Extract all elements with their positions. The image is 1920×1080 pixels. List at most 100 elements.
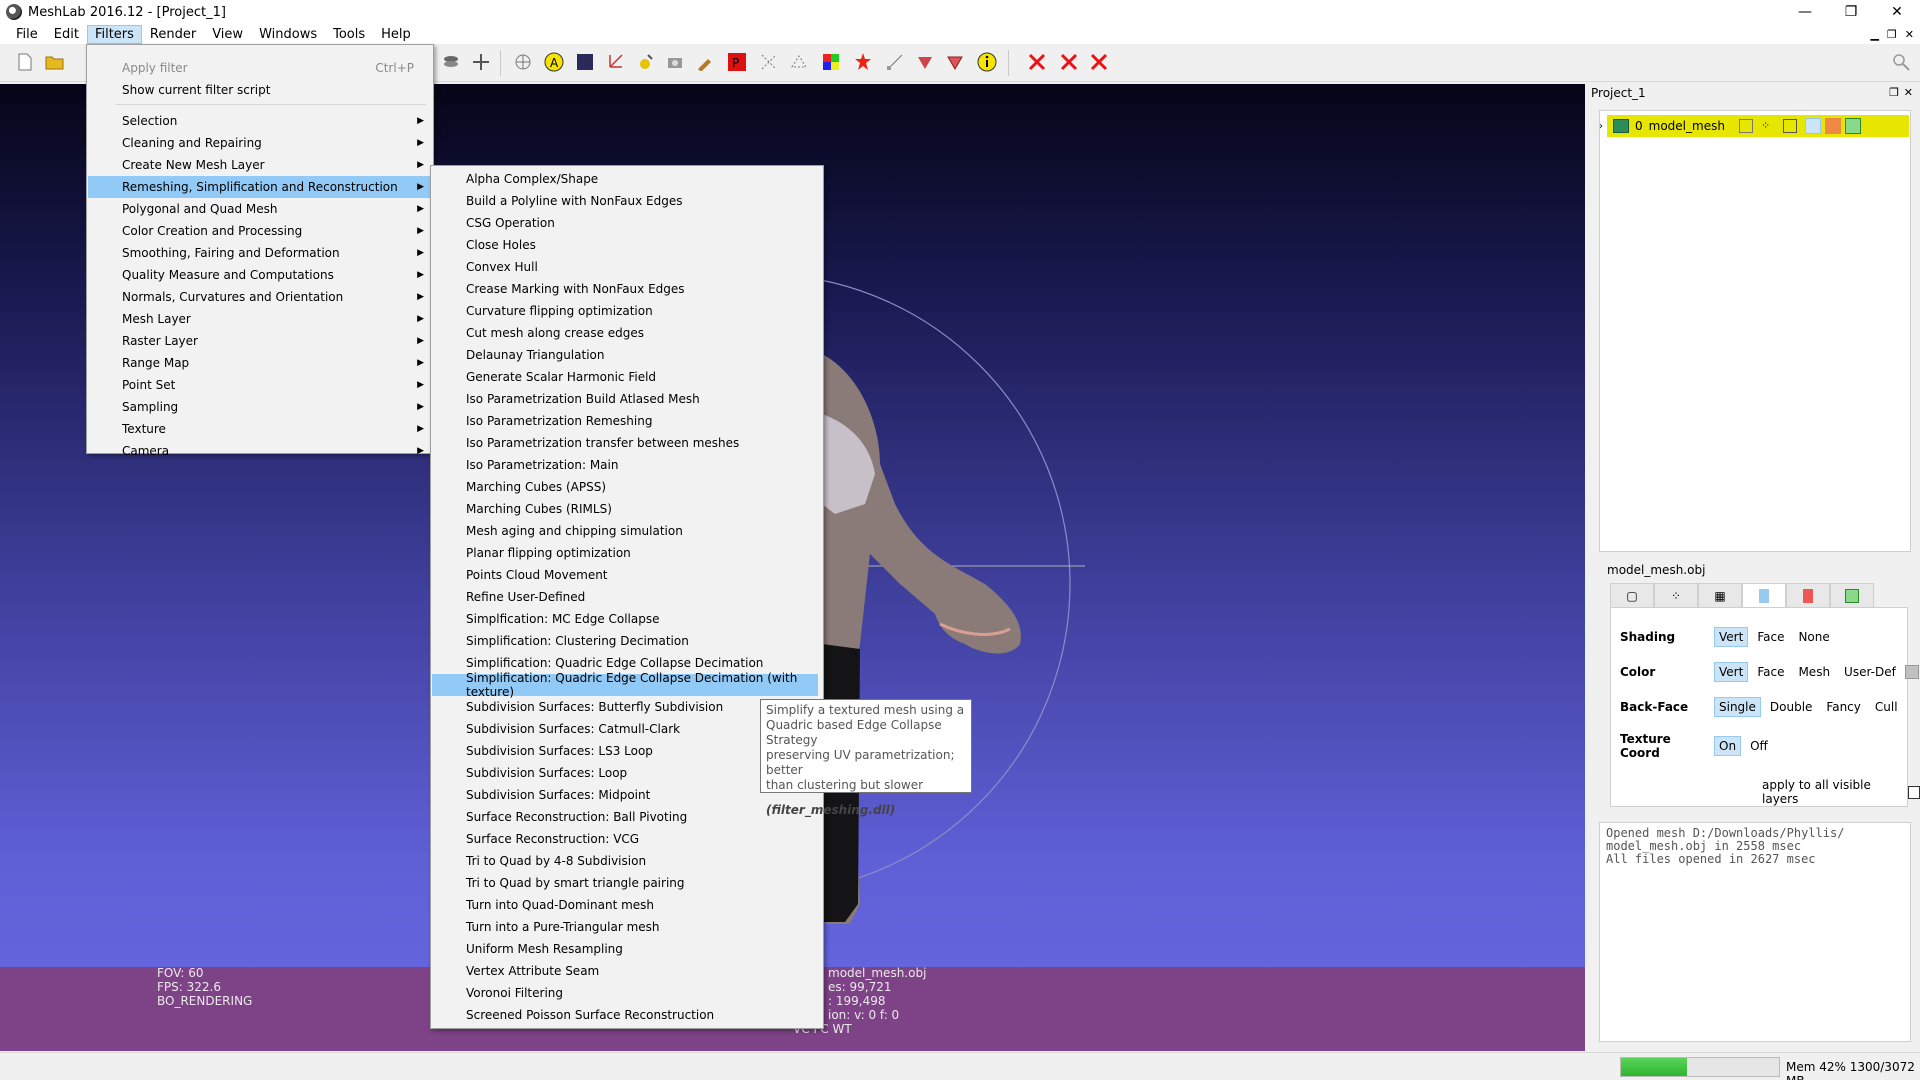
remesh-item-iso-parametrization-remeshing[interactable]: Iso Parametrization Remeshing [432, 410, 818, 432]
expand-arrow-icon[interactable]: › [1599, 121, 1611, 132]
close-panel-icon[interactable]: ✕ [1904, 86, 1913, 99]
mdi-close-icon[interactable]: ✕ [1905, 28, 1914, 41]
color-vert-option[interactable]: Vert [1714, 662, 1749, 682]
remesh-item-tri-to-quad-by-4-8-subdivision[interactable]: Tri to Quad by 4-8 Subdivision [432, 850, 818, 872]
mdi-minimize-icon[interactable]: ▁ [1870, 28, 1878, 41]
remesh-item-marching-cubes-rimls[interactable]: Marching Cubes (RIMLS) [432, 498, 818, 520]
remesh-item-convex-hull[interactable]: Convex Hull [432, 256, 818, 278]
remesh-item-surface-reconstruction-ball-pivoting[interactable]: Surface Reconstruction: Ball Pivoting [432, 806, 818, 828]
axis-icon[interactable] [604, 51, 626, 73]
remesh-item-planar-flipping-optimization[interactable]: Planar flipping optimization [432, 542, 818, 564]
filters-menu-item-remeshing-simplification-and-reconstruction[interactable]: Remeshing, Simplification and Reconstruc… [88, 176, 432, 198]
backface-fancy-option[interactable]: Fancy [1821, 697, 1865, 717]
remesh-item-curvature-flipping-optimization[interactable]: Curvature flipping optimization [432, 300, 818, 322]
filters-menu-item-show-current-filter-script[interactable]: Show current filter script [88, 79, 432, 101]
tab-solid-icon[interactable] [1742, 583, 1786, 607]
apply-all-checkbox[interactable] [1907, 785, 1920, 799]
remesh-item-points-cloud-movement[interactable]: Points Cloud Movement [432, 564, 818, 586]
remesh-item-csg-operation[interactable]: CSG Operation [432, 212, 818, 234]
georef-icon[interactable] [852, 51, 874, 73]
remesh-item-generate-scalar-harmonic-field[interactable]: Generate Scalar Harmonic Field [432, 366, 818, 388]
menu-edit[interactable]: Edit [46, 25, 87, 44]
remesh-item-simplfication-mc-edge-collapse[interactable]: Simplfication: MC Edge Collapse [432, 608, 818, 630]
menu-file[interactable]: File [8, 25, 46, 44]
filters-menu-item-cleaning-and-repairing[interactable]: Cleaning and Repairing ▶ [88, 132, 432, 154]
select-faces-icon[interactable] [788, 51, 810, 73]
search-icon[interactable] [1890, 51, 1912, 73]
new-project-icon[interactable] [14, 51, 36, 73]
eye-visible-icon[interactable] [1613, 119, 1629, 133]
filters-menu-item-raster-layer[interactable]: Raster Layer ▶ [88, 330, 432, 352]
filters-menu-item-texture[interactable]: Texture ▶ [88, 418, 432, 440]
remesh-item-voronoi-filtering[interactable]: Voronoi Filtering [432, 982, 818, 1004]
backface-double-option[interactable]: Double [1765, 697, 1818, 717]
layer-name[interactable]: model_mesh [1649, 119, 1725, 133]
filters-menu-item-mesh-layer[interactable]: Mesh Layer ▶ [88, 308, 432, 330]
texcoord-off-option[interactable]: Off [1745, 736, 1773, 756]
menu-view[interactable]: View [204, 25, 251, 44]
remesh-item-turn-into-quad-dominant-mesh[interactable]: Turn into Quad-Dominant mesh [432, 894, 818, 916]
layers-icon[interactable] [440, 51, 462, 73]
tab-decorator-icon[interactable] [1830, 583, 1874, 607]
remesh-item-vertex-attribute-seam[interactable]: Vertex Attribute Seam [432, 960, 818, 982]
color-picker-icon[interactable] [820, 51, 842, 73]
filters-menu-item-point-set[interactable]: Point Set ▶ [88, 374, 432, 396]
tab-bbox-icon[interactable]: ▢ [1610, 583, 1654, 607]
color-userdef-option[interactable]: User-Def [1839, 662, 1901, 682]
backface-cull-option[interactable]: Cull [1870, 697, 1903, 717]
remesh-item-close-holes[interactable]: Close Holes [432, 234, 818, 256]
filters-menu-item-color-creation-and-processing[interactable]: Color Creation and Processing ▶ [88, 220, 432, 242]
texture-render-icon[interactable] [1824, 118, 1841, 134]
remesh-item-mesh-aging-and-chipping-simulation[interactable]: Mesh aging and chipping simulation [432, 520, 818, 542]
filters-menu-item-create-new-mesh-layer[interactable]: Create New Mesh Layer ▶ [88, 154, 432, 176]
filters-menu-item-camera[interactable]: Camera ▶ [88, 440, 432, 462]
shading-face-option[interactable]: Face [1752, 627, 1789, 647]
remesh-item-iso-parametrization-transfer-between-meshes[interactable]: Iso Parametrization transfer between mes… [432, 432, 818, 454]
user-color-swatch[interactable] [1904, 665, 1919, 679]
paint-select-icon[interactable] [944, 51, 966, 73]
remesh-item-simplification-clustering-decimation[interactable]: Simplification: Clustering Decimation [432, 630, 818, 652]
menu-tools[interactable]: Tools [325, 25, 373, 44]
color-mesh-option[interactable]: Mesh [1793, 662, 1835, 682]
tab-texture-icon[interactable] [1786, 583, 1830, 607]
remesh-item-delaunay-triangulation[interactable]: Delaunay Triangulation [432, 344, 818, 366]
filters-menu-item-range-map[interactable]: Range Map ▶ [88, 352, 432, 374]
remesh-item-marching-cubes-apss[interactable]: Marching Cubes (APSS) [432, 476, 818, 498]
filters-menu-item-normals-curvatures-and-orientation[interactable]: Normals, Curvatures and Orientation ▶ [88, 286, 432, 308]
filters-menu-item-smoothing-fairing-and-deformation[interactable]: Smoothing, Fairing and Deformation ▶ [88, 242, 432, 264]
log-console[interactable]: Opened mesh D:/Downloads/Phyllis/ model_… [1599, 822, 1911, 1042]
remesh-item-surface-reconstruction-vcg[interactable]: Surface Reconstruction: VCG [432, 828, 818, 850]
tab-wire-icon[interactable]: ▦ [1698, 583, 1742, 607]
shading-none-option[interactable]: None [1793, 627, 1834, 647]
menu-render[interactable]: Render [142, 25, 204, 44]
filters-menu-item-sampling[interactable]: Sampling ▶ [88, 396, 432, 418]
remesh-item-alpha-complex-shape[interactable]: Alpha Complex/Shape [432, 168, 818, 190]
sphere-grid-icon[interactable] [512, 51, 534, 73]
color-face-option[interactable]: Face [1752, 662, 1789, 682]
remesh-item-tri-to-quad-by-smart-triangle-pairing[interactable]: Tri to Quad by smart triangle pairing [432, 872, 818, 894]
layer-row[interactable]: › 0 model_mesh ⁘ [1599, 115, 1909, 137]
cut-icon[interactable] [914, 51, 936, 73]
remesh-item-simplification-quadric-edge-collapse-decimation-with-texture[interactable]: Simplification: Quadric Edge Collapse De… [432, 671, 818, 699]
delete-faces-vertices-icon[interactable] [1088, 51, 1110, 73]
menu-filters[interactable]: Filters [86, 24, 142, 44]
tab-points-icon[interactable]: ⁘ [1654, 583, 1698, 607]
filters-menu-item-polygonal-and-quad-mesh[interactable]: Polygonal and Quad Mesh ▶ [88, 198, 432, 220]
close-button[interactable]: ✕ [1874, 0, 1920, 24]
texcoord-on-option[interactable]: On [1714, 736, 1742, 756]
points-render-icon[interactable]: ⁘ [1761, 119, 1775, 133]
remesh-item-turn-into-a-pure-triangular-mesh[interactable]: Turn into a Pure-Triangular mesh [432, 916, 818, 938]
brush-icon[interactable] [694, 51, 716, 73]
delete-vertices-icon[interactable] [1026, 51, 1048, 73]
filters-menu-item-apply-filter[interactable]: Apply filter Ctrl+P [88, 57, 432, 79]
remesh-item-cut-mesh-along-crease-edges[interactable]: Cut mesh along crease edges [432, 322, 818, 344]
info-icon[interactable] [976, 51, 998, 73]
measure-icon[interactable] [884, 51, 906, 73]
remesh-item-iso-parametrization-main[interactable]: Iso Parametrization: Main [432, 454, 818, 476]
remesh-item-build-a-polyline-with-nonfaux-edges[interactable]: Build a Polyline with NonFaux Edges [432, 190, 818, 212]
float-panel-icon[interactable]: ❐ [1889, 86, 1899, 99]
quality-map-icon[interactable] [574, 51, 596, 73]
remesh-item-iso-parametrization-build-atlased-mesh[interactable]: Iso Parametrization Build Atlased Mesh [432, 388, 818, 410]
delete-faces-icon[interactable] [1058, 51, 1080, 73]
backface-single-option[interactable]: Single [1714, 697, 1761, 717]
